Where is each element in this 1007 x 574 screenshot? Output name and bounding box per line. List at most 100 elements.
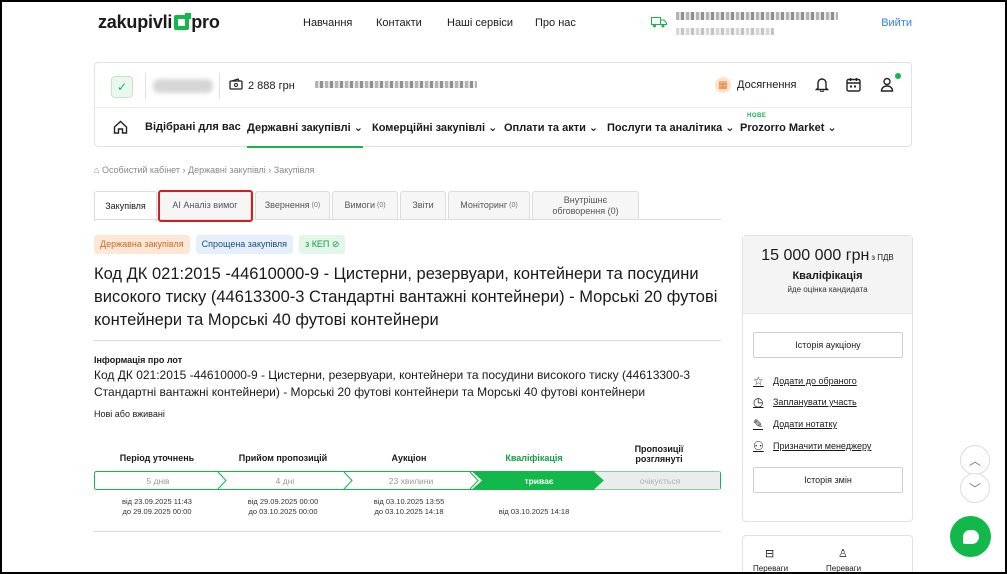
logo-text-left: zakupivli: [98, 12, 173, 32]
stage-dates: від 23.09.2025 11:43 до 29.09.2025 00:00: [94, 497, 220, 517]
status-subtitle: йде оцінка кандидата: [787, 285, 868, 294]
breadcrumb: ⌂ Особистий кабінет › Державні закупівлі…: [94, 165, 314, 175]
subnav-label: Оплати та акти: [504, 122, 586, 134]
stage-duration: 23 хвилини: [388, 475, 434, 486]
tab-count: (0): [509, 202, 518, 209]
lot-description: Код ДК 021:2015 -44610000-9 - Цистерни, …: [94, 368, 691, 399]
timeline-bar: 5 днів 4 дні 23 хвилини триває очікуєтьс…: [94, 471, 721, 490]
new-badge: НОВЕ: [747, 113, 767, 119]
online-status-dot: [895, 73, 901, 79]
tab-internal-discussion[interactable]: Внутрішнє обговорення (0): [532, 191, 639, 219]
breadcrumb-text[interactable]: Особистий кабінет › Державні закупівлі ›…: [102, 165, 314, 175]
stage-label-clarification: Період уточнень: [119, 453, 195, 463]
status-title: Кваліфікація: [792, 270, 863, 282]
achievements-button[interactable]: ▦ Досягнення: [715, 77, 796, 93]
subnav-item-state-procurement[interactable]: Державні закупівлі ⌄: [247, 121, 363, 148]
tab-appeals[interactable]: Звернення (0): [255, 191, 330, 219]
logo-text-right: pro: [191, 12, 220, 32]
bell-icon[interactable]: [814, 77, 830, 95]
scroll-down-button[interactable]: ﹀: [960, 473, 990, 503]
stage-label-reviewed: Пропозиції розглянуті: [634, 444, 684, 464]
tab-label: Звернення: [264, 200, 310, 210]
subnav-item-prozorro-market[interactable]: Prozorro Market ⌄: [740, 121, 837, 134]
chevron-down-icon: ﹀: [968, 481, 981, 496]
subnav-item-payments[interactable]: Оплати та акти ⌄: [504, 121, 598, 134]
check-circle-icon: ⊘: [331, 239, 340, 249]
stage-date-to: до 03.10.2025 00:00: [248, 507, 318, 516]
chevron-down-icon: ⌄: [488, 122, 498, 134]
tab-label: Закупівля: [105, 201, 146, 211]
tab-requirements[interactable]: Вимоги (0): [332, 191, 398, 219]
nav-item-contacts[interactable]: Контакти: [376, 17, 422, 29]
stage-duration: 5 днів: [146, 475, 170, 486]
subnav-item-services[interactable]: Послуги та аналітика ⌄: [607, 121, 735, 134]
subnav-item-commercial[interactable]: Комерційні закупівлі ⌄: [372, 121, 497, 134]
auction-history-button[interactable]: Історія аукціону: [753, 332, 903, 358]
stage-dates: від 29.09.2025 00:00 до 03.10.2025 00:00: [220, 497, 346, 517]
balance[interactable]: 2 888 грн: [229, 78, 295, 93]
tab-reports[interactable]: Звіти: [400, 191, 446, 219]
action-label: Призначити менеджеру: [773, 441, 872, 451]
chip-kep-label: з КЕП: [305, 239, 330, 249]
lot-condition: Нові або вживані: [94, 409, 165, 419]
achievements-label: Досягнення: [737, 79, 797, 91]
star-icon: ☆: [753, 374, 764, 388]
action-label: Додати до обраного: [773, 376, 857, 386]
stage-dates: від 03.10.2025 14:18: [472, 507, 596, 517]
chip-state: Державна закупівля: [94, 235, 190, 254]
calendar-badge-icon: ▦: [715, 77, 731, 93]
chevron-down-icon: ⌄: [353, 122, 363, 134]
subnav-label: Державні закупівлі: [247, 122, 351, 134]
stage-date-from: від 29.09.2025 00:00: [247, 497, 319, 506]
redacted-account-id: [153, 79, 213, 93]
chevron-down-icon: ⌄: [588, 122, 599, 134]
tab-label: Моніторинг: [460, 200, 508, 210]
scroll-up-button[interactable]: ︿: [960, 445, 990, 475]
tab-procurement[interactable]: Закупівля: [94, 191, 157, 221]
stage-date-to: до 29.09.2025 00:00: [122, 507, 192, 516]
procurement-chips: Державна закупівля Спрощена закупівля з …: [94, 235, 346, 254]
verified-check-icon: ✓: [111, 76, 133, 98]
tab-label: Внутрішнє обговорення (0): [552, 194, 619, 216]
subnav-label: Послуги та аналітика: [607, 122, 723, 134]
tab-monitoring[interactable]: Моніторинг (0): [448, 191, 530, 219]
subnav-label: Prozorro Market: [740, 122, 825, 134]
nav-item-training[interactable]: Навчання: [303, 17, 352, 29]
truck-icon[interactable]: [651, 16, 667, 31]
home-icon[interactable]: [113, 120, 128, 137]
money-icon: ⊟: [765, 548, 775, 560]
tab-count: (0): [311, 202, 321, 209]
change-history-button[interactable]: Історія змін: [753, 467, 903, 493]
account-panel: ✓ 2 888 грн ▦ Досягнення Відібрані для в…: [94, 62, 912, 148]
stage-label-proposals: Прийом пропозицій: [238, 453, 328, 463]
summary-header: 15 000 000 грн з ПДВ Кваліфікація йде оці…: [743, 236, 912, 314]
calendar-icon[interactable]: [846, 77, 861, 95]
nav-item-about[interactable]: Про нас: [535, 17, 576, 29]
add-note-link[interactable]: ✎ Додати нотатку: [753, 417, 837, 431]
page-title: Код ДК 021:2015 -44610000-9 - Цистерни, …: [94, 265, 718, 329]
person-icon: ♙: [838, 548, 848, 560]
plan-participation-link[interactable]: ◷ Запланувати участь: [753, 395, 857, 409]
logout-link[interactable]: Вийти: [881, 17, 912, 29]
chip-kep: з КЕП ⊘: [299, 235, 346, 254]
chevron-down-icon: ⌄: [827, 122, 837, 134]
clock-icon: ◷: [753, 395, 764, 409]
user-icon[interactable]: [880, 77, 894, 95]
advantages-link[interactable]: Переваги: [753, 564, 788, 573]
redacted-company-code: [676, 28, 774, 35]
action-label: Запланувати участь: [773, 397, 857, 407]
edit-note-icon: ✎: [753, 417, 764, 431]
chat-button[interactable]: [950, 516, 991, 557]
logo[interactable]: zakupivli pro: [98, 12, 220, 33]
nav-item-services[interactable]: Наші сервіси: [447, 17, 513, 29]
summary-card: 15 000 000 грн з ПДВ Кваліфікація йде оці…: [742, 235, 913, 522]
add-user-icon: ⚇: [753, 439, 764, 453]
balance-amount: 2 888 грн: [248, 79, 295, 92]
home-small-icon[interactable]: ⌂: [94, 165, 99, 175]
add-favorite-link[interactable]: ☆ Додати до обраного: [753, 374, 857, 388]
subnav-item-recommended[interactable]: Відібрані для вас: [145, 121, 241, 133]
advantages-link[interactable]: Переваги: [826, 564, 861, 573]
assign-manager-link[interactable]: ⚇ Призначити менеджеру: [753, 439, 871, 453]
wallet-icon: [229, 78, 243, 93]
stage-duration: 4 дні: [275, 475, 295, 486]
